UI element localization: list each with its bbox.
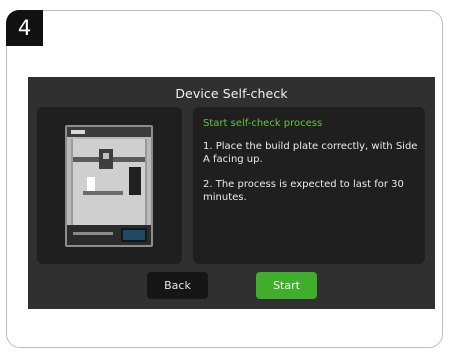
info-heading: Start self-check process bbox=[203, 118, 323, 129]
build-plate bbox=[83, 191, 123, 195]
start-button[interactable]: Start bbox=[256, 272, 317, 299]
back-button[interactable]: Back bbox=[147, 272, 208, 299]
printer-left-rail bbox=[71, 139, 73, 225]
printer-part bbox=[87, 177, 95, 191]
printer-display-screen bbox=[123, 230, 145, 240]
device-screen: Device Self-check Start self-check proce… bbox=[28, 77, 435, 309]
print-head-fan bbox=[103, 153, 109, 159]
printer-logo bbox=[71, 130, 85, 134]
printer-right-rail bbox=[145, 139, 147, 225]
instruction-line-2: 2. The process is expected to last for 3… bbox=[203, 179, 404, 203]
instruction-line-1: 1. Place the build plate correctly, with… bbox=[203, 141, 418, 165]
printer-side-module bbox=[129, 167, 141, 195]
3d-printer-illustration bbox=[65, 125, 153, 247]
info-panel: Start self-check process 1. Place the bu… bbox=[193, 107, 425, 264]
step-number-badge: 4 bbox=[6, 10, 43, 46]
printer-handle bbox=[73, 232, 113, 235]
screen-title: Device Self-check bbox=[175, 86, 288, 101]
printer-image-panel bbox=[37, 107, 182, 264]
